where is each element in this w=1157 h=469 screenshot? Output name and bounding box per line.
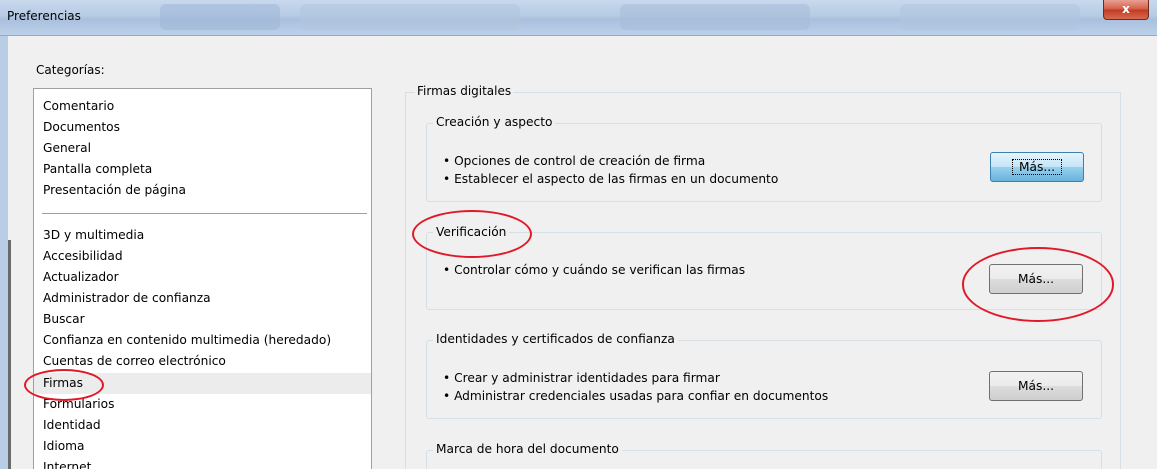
category-item[interactable]: Actualizador: [43, 267, 119, 288]
button-label: Más...: [1018, 272, 1054, 286]
selected-row-highlight: [34, 373, 371, 394]
category-item[interactable]: 3D y multimedia: [43, 225, 144, 246]
section-title: Identidades y certificados de confianza: [433, 332, 678, 346]
category-item[interactable]: Presentación de página: [43, 180, 186, 201]
section-title: Marca de hora del documento: [433, 442, 622, 456]
category-item-firmas[interactable]: Firmas: [43, 373, 83, 394]
window-title: Preferencias: [7, 9, 81, 23]
button-label: Más...: [1018, 379, 1054, 393]
category-separator: [42, 213, 367, 214]
verificacion-more-button[interactable]: Más...: [989, 264, 1083, 294]
section-bullet: • Opciones de control de creación de fir…: [443, 154, 706, 168]
category-item[interactable]: Formularios: [43, 394, 114, 415]
category-item[interactable]: General: [43, 138, 91, 159]
category-item[interactable]: Pantalla completa: [43, 159, 152, 180]
category-item[interactable]: Idioma: [43, 436, 85, 457]
category-item[interactable]: Identidad: [43, 415, 101, 436]
button-label: Más...: [1012, 159, 1062, 175]
section-bullet: • Establecer el aspecto de las firmas en…: [443, 172, 779, 186]
section-bullet: • Administrar credenciales usadas para c…: [443, 389, 829, 403]
category-item[interactable]: Documentos: [43, 117, 120, 138]
category-item[interactable]: Buscar: [43, 309, 85, 330]
titlebar-background-blur: [160, 4, 280, 30]
close-icon: x: [1122, 2, 1130, 16]
creacion-more-button[interactable]: Más...: [990, 152, 1084, 182]
title-bar: Preferencias x: [0, 0, 1157, 36]
categories-list[interactable]: Comentario Documentos General Pantalla c…: [33, 88, 372, 469]
titlebar-background-blur: [900, 4, 1080, 30]
categories-label: Categorías:: [36, 63, 105, 77]
section-bullet: • Crear y administrar identidades para f…: [443, 371, 720, 385]
section-title: Verificación: [433, 225, 510, 239]
category-item[interactable]: Accesibilidad: [43, 246, 123, 267]
titlebar-background-blur: [300, 4, 520, 30]
section-title: Creación y aspecto: [433, 115, 556, 129]
identidades-more-button[interactable]: Más...: [989, 371, 1083, 401]
section-bullet: • Controlar cómo y cuándo se verifican l…: [443, 263, 746, 277]
category-item[interactable]: Comentario: [43, 96, 114, 117]
window-edge: [8, 240, 11, 469]
category-item[interactable]: Cuentas de correo electrónico: [43, 351, 226, 372]
group-title: Firmas digitales: [415, 84, 514, 98]
category-item[interactable]: Internet: [43, 457, 91, 469]
category-item[interactable]: Administrador de confianza: [43, 288, 211, 309]
titlebar-background-blur: [620, 4, 810, 30]
category-item[interactable]: Confianza en contenido multimedia (hered…: [43, 330, 331, 351]
close-button[interactable]: x: [1103, 0, 1149, 20]
